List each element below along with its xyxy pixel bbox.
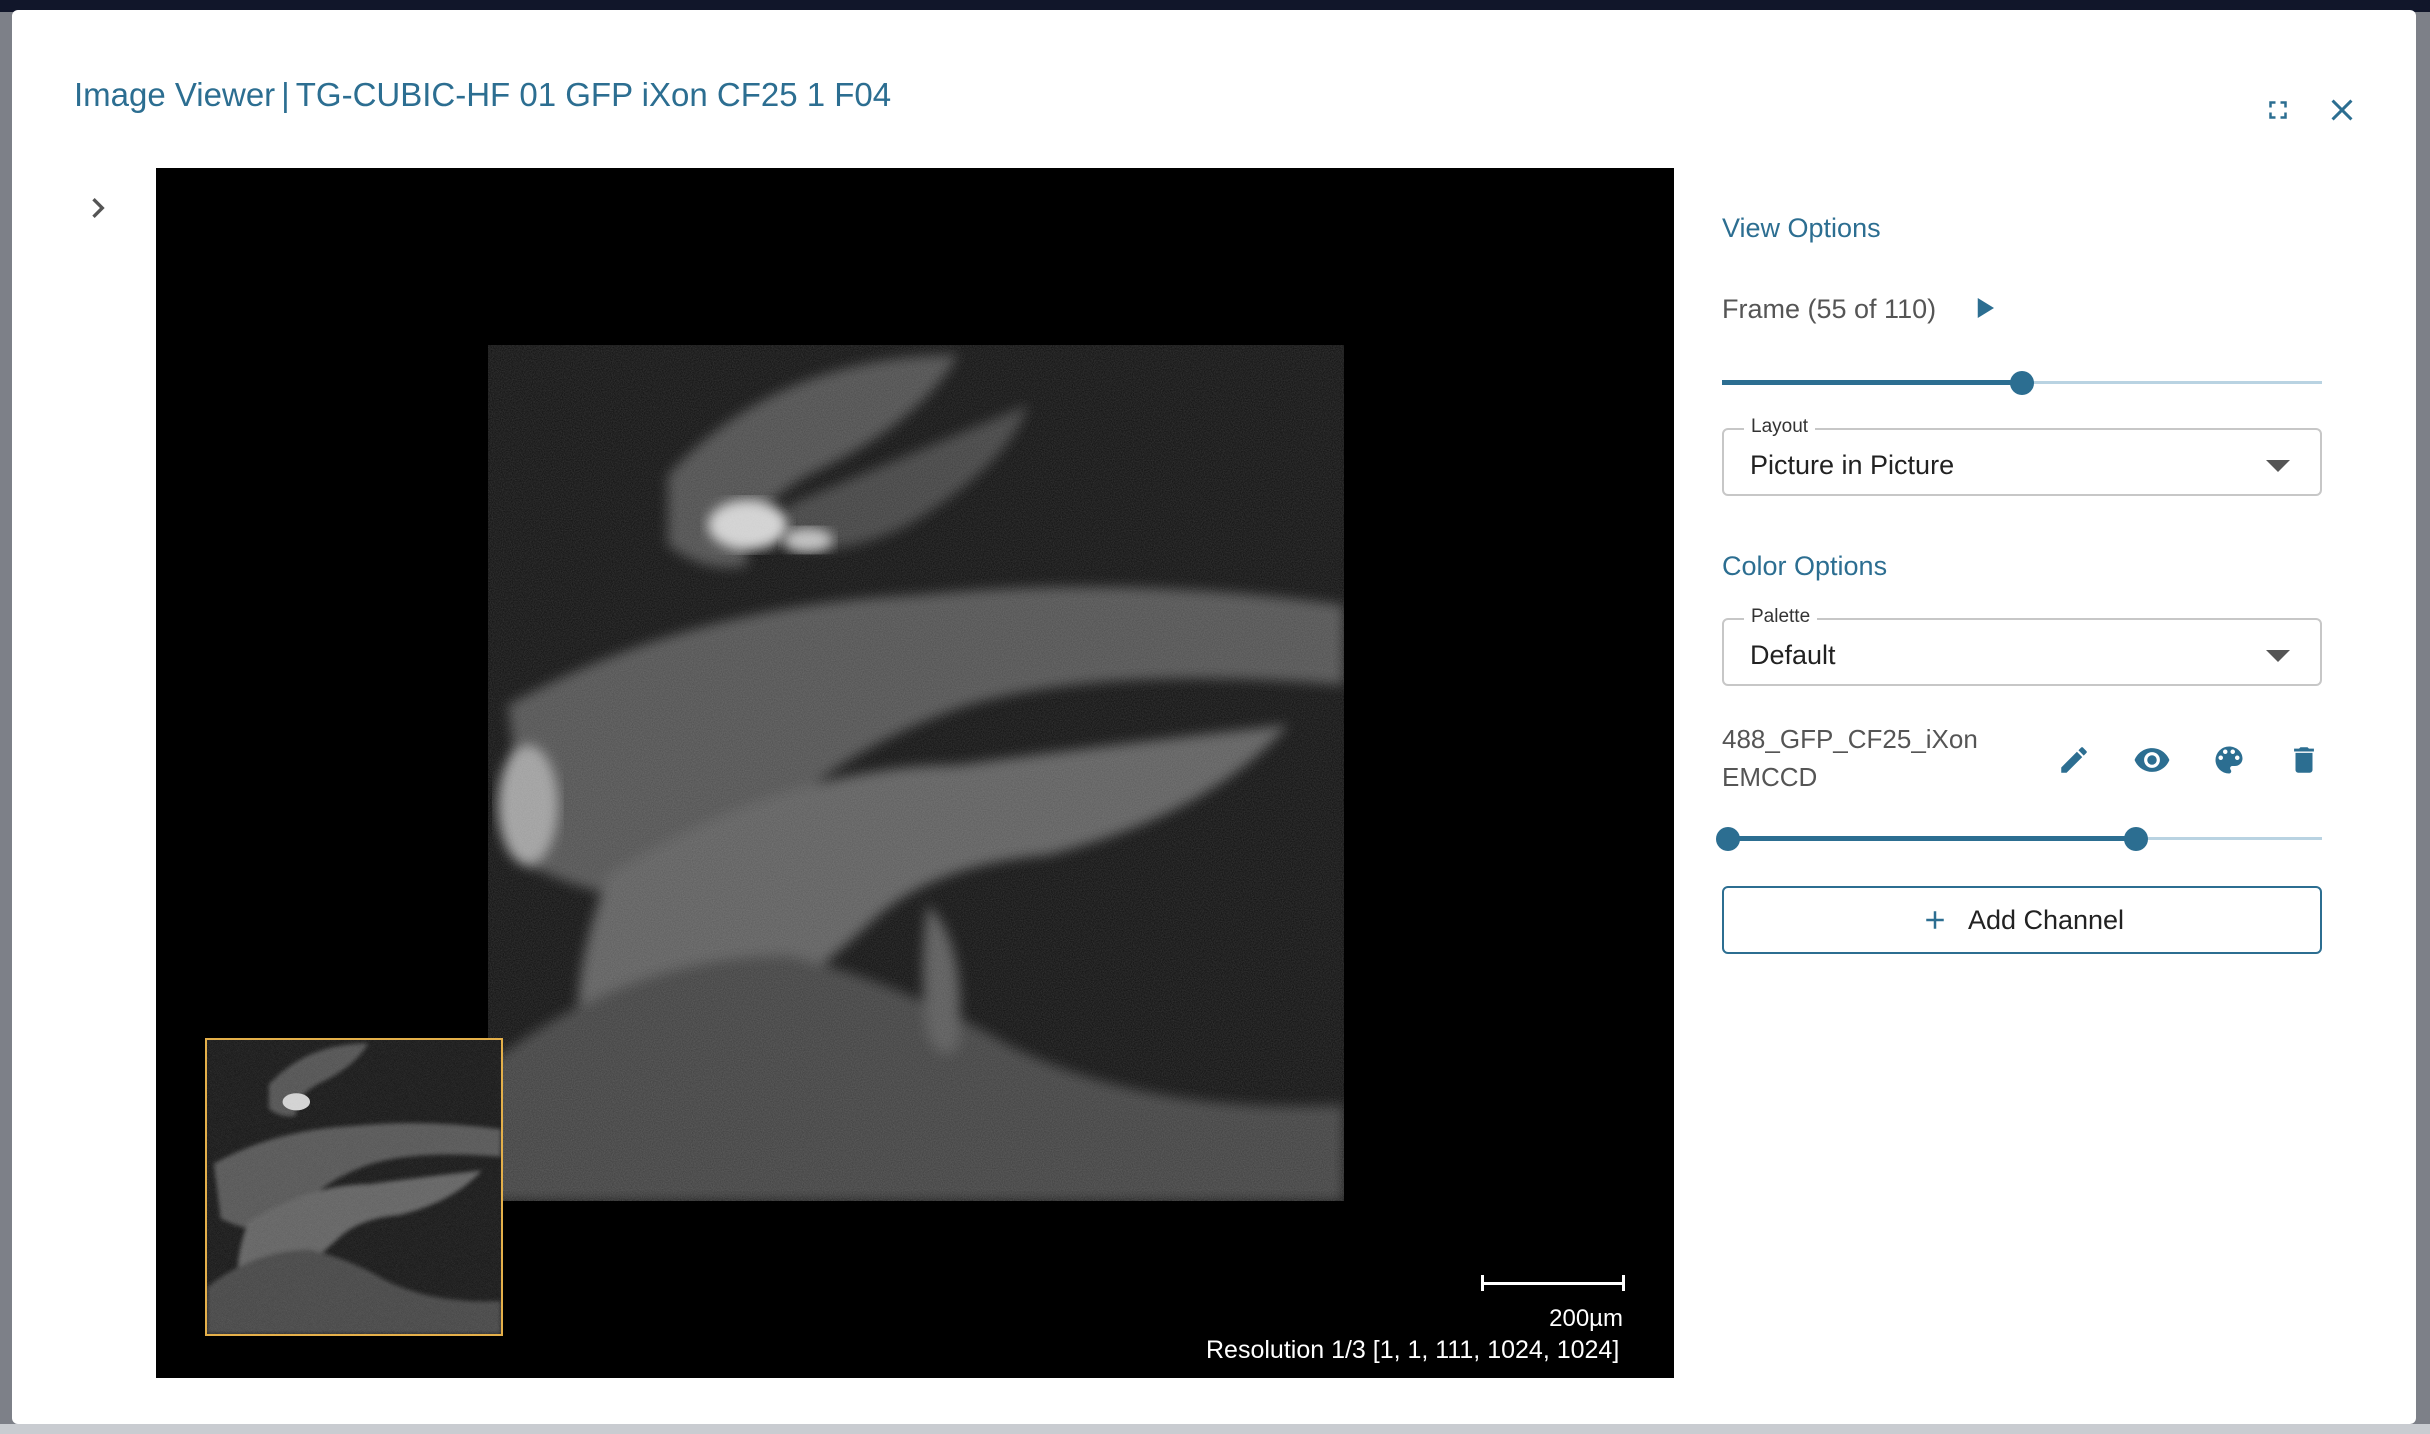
palette-select-value: Default bbox=[1750, 640, 1836, 670]
channel-range-slider[interactable] bbox=[1716, 824, 2322, 854]
edit-channel-button[interactable] bbox=[2052, 738, 2096, 782]
dialog-title-file: TG-CUBIC-HF 01 GFP iXon CF25 1 F04 bbox=[295, 76, 892, 113]
fullscreen-icon bbox=[2269, 101, 2287, 119]
view-options-title: View Options bbox=[1722, 213, 1881, 243]
image-canvas[interactable]: 200µm Resolution 1/3 [1, 1, 111, 1024, 1… bbox=[156, 168, 1674, 1378]
close-button[interactable] bbox=[2318, 86, 2366, 134]
channel-name: 488_GFP_CF25_iXon EMCCD bbox=[1722, 720, 2022, 796]
close-icon bbox=[2331, 99, 2353, 121]
dialog-title-separator: | bbox=[281, 76, 290, 113]
channel-name-line1: 488_GFP_CF25_iXon bbox=[1722, 724, 1978, 754]
layout-select[interactable]: Layout Picture in Picture bbox=[1722, 416, 2322, 496]
palette-select-legend: Palette bbox=[1744, 606, 1818, 628]
channel-color-button[interactable] bbox=[2207, 738, 2251, 782]
frame-slider-thumb[interactable] bbox=[2010, 371, 2034, 395]
frame-slider[interactable] bbox=[1722, 368, 2322, 398]
chevron-down-icon bbox=[2266, 650, 2290, 662]
eye-icon bbox=[2134, 748, 2170, 772]
frame-label: Frame (55 of 110) bbox=[1722, 294, 1937, 324]
trash-icon bbox=[2294, 747, 2314, 773]
play-icon bbox=[1977, 298, 1994, 318]
resolution-label: Resolution 1/3 [1, 1, 111, 1024, 1024] bbox=[1206, 1336, 1620, 1364]
layout-select-legend: Layout bbox=[1744, 416, 1816, 438]
delete-channel-button[interactable] bbox=[2282, 738, 2326, 782]
chevron-right-icon bbox=[92, 198, 105, 218]
dialog-title-app: Image Viewer bbox=[74, 76, 276, 113]
options-panel: View Options Frame (55 of 110) Layout Pi… bbox=[1716, 168, 2322, 968]
add-channel-button[interactable]: Add Channel bbox=[1722, 886, 2322, 954]
channel-slider-track bbox=[1728, 836, 2136, 841]
scale-bar-label: 200µm bbox=[1549, 1305, 1623, 1332]
frame-slider-track bbox=[1722, 380, 2022, 385]
chevron-down-icon bbox=[2266, 460, 2290, 472]
expand-sidebar-button[interactable] bbox=[74, 184, 122, 232]
pencil-icon bbox=[2061, 747, 2087, 773]
overview-minimap[interactable] bbox=[205, 1038, 503, 1336]
layout-select-value: Picture in Picture bbox=[1750, 450, 1955, 480]
overview-image bbox=[207, 1040, 501, 1334]
channel-name-line2: EMCCD bbox=[1722, 762, 1818, 792]
palette-select[interactable]: Palette Default bbox=[1722, 606, 2322, 686]
scale-bar bbox=[1481, 1275, 1625, 1291]
page-backdrop-footer bbox=[0, 1424, 2430, 1434]
dialog-title: Image Viewer | TG-CUBIC-HF 01 GFP iXon CF2… bbox=[74, 76, 891, 114]
toggle-visibility-button[interactable] bbox=[2130, 738, 2174, 782]
palette-icon bbox=[2215, 746, 2243, 774]
fullscreen-button[interactable] bbox=[2254, 86, 2302, 134]
channel-slider-max-thumb[interactable] bbox=[2124, 827, 2148, 851]
play-button[interactable] bbox=[1966, 290, 2002, 326]
color-options-title: Color Options bbox=[1722, 551, 1888, 581]
add-channel-label: Add Channel bbox=[1967, 904, 2125, 935]
image-viewer-dialog: Image Viewer | TG-CUBIC-HF 01 GFP iXon CF2… bbox=[12, 10, 2416, 1424]
plus-icon bbox=[1926, 911, 1944, 929]
microscopy-image bbox=[488, 345, 1344, 1201]
channel-slider-min-thumb[interactable] bbox=[1716, 827, 1740, 851]
